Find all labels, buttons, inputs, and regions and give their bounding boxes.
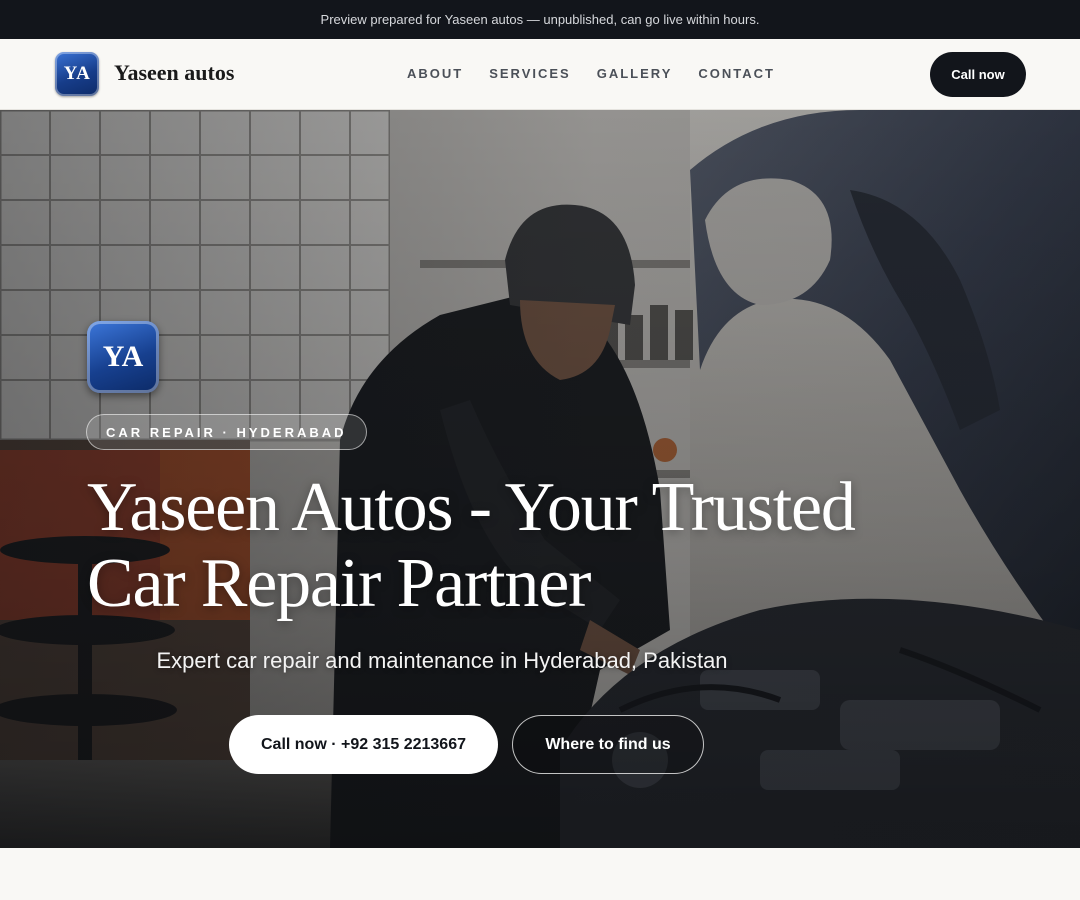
hero-title: Yaseen Autos - Your Trusted Car Repair P… [87, 469, 856, 622]
nav-link-services[interactable]: SERVICES [489, 66, 571, 81]
hero-section: YA CAR REPAIR · HYDERABAD Yaseen Autos -… [0, 110, 1080, 848]
header-call-now-button[interactable]: Call now [930, 52, 1026, 97]
brand-logo[interactable]: YA [55, 52, 99, 96]
preview-banner-text: Preview prepared for Yaseen autos — unpu… [320, 12, 760, 27]
hero-call-now-button[interactable]: Call now · +92 315 2213667 [229, 715, 498, 774]
site-header: YA Yaseen autos ABOUT SERVICES GALLERY C… [0, 39, 1080, 110]
hero-find-us-button[interactable]: Where to find us [512, 715, 704, 774]
hero-logo: YA [87, 321, 159, 393]
preview-banner: Preview prepared for Yaseen autos — unpu… [0, 0, 1080, 39]
hero-category-tag: CAR REPAIR · HYDERABAD [86, 414, 367, 450]
nav-link-about[interactable]: ABOUT [407, 66, 463, 81]
brand-name[interactable]: Yaseen autos [114, 60, 234, 86]
next-section [0, 848, 1080, 900]
hero-subtitle: Expert car repair and maintenance in Hyd… [156, 648, 728, 673]
main-nav: ABOUT SERVICES GALLERY CONTACT [407, 66, 775, 81]
nav-link-gallery[interactable]: GALLERY [597, 66, 673, 81]
nav-link-contact[interactable]: CONTACT [698, 66, 775, 81]
